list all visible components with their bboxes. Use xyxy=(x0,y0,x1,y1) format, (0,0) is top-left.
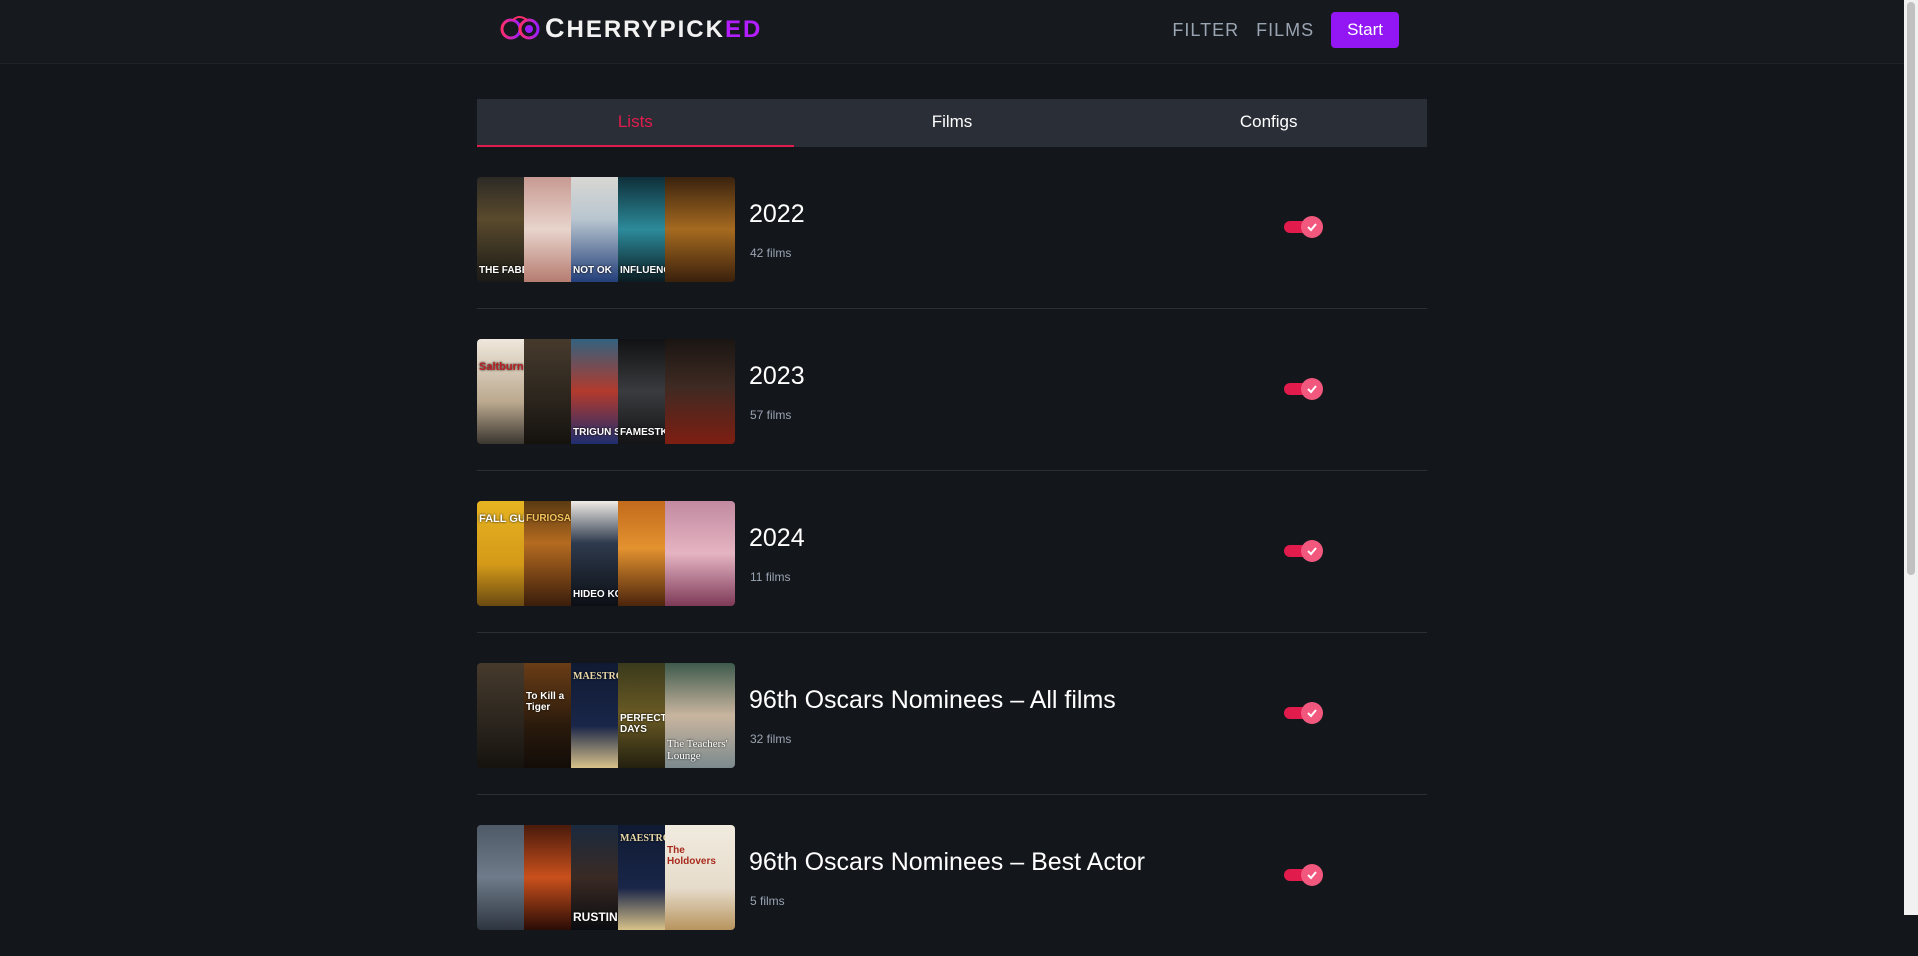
poster-thumbnail: TRIGUN STAMPEDE xyxy=(571,339,618,444)
poster-thumbnail: RUSTIN xyxy=(571,825,618,930)
toggle-knob xyxy=(1301,864,1323,886)
list-toggle[interactable] xyxy=(1284,378,1323,400)
poster-strip: Saltburn TRIGUN STAMPEDE FAMESTKIN xyxy=(477,339,735,444)
toggle-knob xyxy=(1301,702,1323,724)
list-item[interactable]: RUSTIN MAESTRO The Holdovers 96th Oscars… xyxy=(477,795,1427,956)
check-icon xyxy=(1307,871,1317,880)
toggle-knob xyxy=(1301,216,1323,238)
check-icon xyxy=(1307,223,1317,232)
poster-thumbnail: FALL GUY xyxy=(477,501,524,606)
poster-thumbnail: PERFECT DAYS xyxy=(618,663,665,768)
list-toggle[interactable] xyxy=(1284,540,1323,562)
poster-thumbnail xyxy=(477,663,524,768)
cherrypicked-logo[interactable]: CHERRYPICKED xyxy=(499,12,763,43)
list-title: 2023 xyxy=(749,362,805,390)
poster-thumbnail: INFLUENCER xyxy=(618,177,665,282)
poster-strip: FALL GUY FURIOSA HIDEO KOJIMA xyxy=(477,501,735,606)
nav-link-films[interactable]: FILMS xyxy=(1256,20,1314,41)
poster-thumbnail: NOT OK xyxy=(571,177,618,282)
list-film-count: 5 films xyxy=(750,894,785,908)
poster-thumbnail: MAESTRO xyxy=(618,825,665,930)
poster-strip: RUSTIN MAESTRO The Holdovers xyxy=(477,825,735,930)
list-film-count: 42 films xyxy=(750,246,792,260)
main-nav: FILTER FILMS Start xyxy=(1172,12,1399,48)
list-title: 2024 xyxy=(749,524,805,552)
tab-bar: Lists Films Configs xyxy=(477,99,1427,147)
poster-strip: THE FABELMANS NOT OK INFLUENCER xyxy=(477,177,735,282)
scrollbar-thumb[interactable] xyxy=(1907,2,1915,575)
tab-configs[interactable]: Configs xyxy=(1110,99,1427,147)
poster-thumbnail: The Holdovers xyxy=(665,825,735,930)
poster-thumbnail xyxy=(524,177,571,282)
list-item[interactable]: To Kill a Tiger MAESTRO PERFECT DAYS The… xyxy=(477,633,1427,795)
tab-films[interactable]: Films xyxy=(794,99,1111,147)
poster-thumbnail: HIDEO KOJIMA xyxy=(571,501,618,606)
toggle-knob xyxy=(1301,378,1323,400)
check-icon xyxy=(1307,709,1317,718)
list-title: 96th Oscars Nominees – All films xyxy=(749,686,1116,714)
poster-thumbnail xyxy=(665,339,735,444)
list-title: 96th Oscars Nominees – Best Actor xyxy=(749,848,1146,876)
start-button[interactable]: Start xyxy=(1331,12,1399,48)
list-film-count: 32 films xyxy=(750,732,792,746)
vertical-scrollbar[interactable] xyxy=(1904,0,1918,915)
list-title: 2022 xyxy=(749,200,805,228)
list-film-count: 11 films xyxy=(750,570,791,584)
cherry-logo-icon xyxy=(500,16,540,40)
poster-thumbnail: THE FABELMANS xyxy=(477,177,524,282)
list-film-count: 57 films xyxy=(750,408,792,422)
list-toggle[interactable] xyxy=(1284,216,1323,238)
list-item[interactable]: THE FABELMANS NOT OK INFLUENCER 2022 42 … xyxy=(477,147,1427,309)
check-icon xyxy=(1307,547,1317,556)
poster-thumbnail xyxy=(665,177,735,282)
check-icon xyxy=(1307,385,1317,394)
nav-link-filter[interactable]: FILTER xyxy=(1172,20,1239,41)
poster-thumbnail: FURIOSA xyxy=(524,501,571,606)
toggle-knob xyxy=(1301,540,1323,562)
poster-thumbnail: MAESTRO xyxy=(571,663,618,768)
poster-strip: To Kill a Tiger MAESTRO PERFECT DAYS The… xyxy=(477,663,735,768)
list-item[interactable]: FALL GUY FURIOSA HIDEO KOJIMA 2024 11 fi… xyxy=(477,471,1427,633)
lists-container: THE FABELMANS NOT OK INFLUENCER 2022 42 … xyxy=(477,147,1427,956)
top-navbar: CHERRYPICKED FILTER FILMS Start xyxy=(0,0,1904,63)
poster-thumbnail xyxy=(665,501,735,606)
poster-thumbnail: To Kill a Tiger xyxy=(524,663,571,768)
list-toggle[interactable] xyxy=(1284,702,1323,724)
tab-lists[interactable]: Lists xyxy=(477,99,794,147)
list-toggle[interactable] xyxy=(1284,864,1323,886)
poster-thumbnail: Saltburn xyxy=(477,339,524,444)
poster-thumbnail: The Teachers' Lounge xyxy=(665,663,735,768)
list-item[interactable]: Saltburn TRIGUN STAMPEDE FAMESTKIN 2023 … xyxy=(477,309,1427,471)
logo-wordmark: CHERRYPICKED xyxy=(545,12,763,43)
poster-thumbnail xyxy=(618,501,665,606)
poster-thumbnail: FAMESTKIN xyxy=(618,339,665,444)
poster-thumbnail xyxy=(524,825,571,930)
poster-thumbnail xyxy=(477,825,524,930)
poster-thumbnail xyxy=(524,339,571,444)
